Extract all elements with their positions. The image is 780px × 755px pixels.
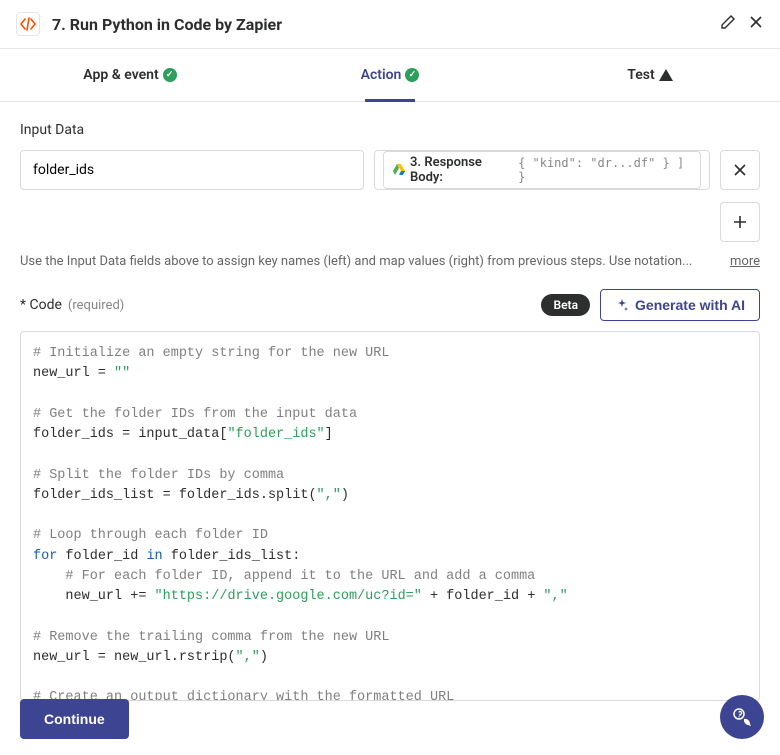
more-link[interactable]: more xyxy=(730,254,760,269)
continue-button[interactable]: Continue xyxy=(20,699,129,739)
step-header: 7. Run Python in Code by Zapier xyxy=(0,0,780,49)
input-value-field[interactable]: 3. Response Body: { "kind": "dr...df" } … xyxy=(374,150,710,190)
step-title: 7. Run Python in Code by Zapier xyxy=(52,15,708,34)
help-fab[interactable] xyxy=(720,695,764,739)
required-label: (required) xyxy=(68,298,124,313)
tab-test[interactable]: Test xyxy=(520,49,780,101)
pill-label: 3. Response Body: xyxy=(410,155,514,185)
input-data-label: Input Data xyxy=(20,122,760,138)
plus-icon xyxy=(733,215,747,229)
warning-icon xyxy=(659,69,673,81)
sparkle-icon xyxy=(615,298,629,312)
step-tabs: App & event ✓ Action ✓ Test xyxy=(0,49,780,102)
code-editor[interactable]: # Initialize an empty string for the new… xyxy=(20,331,760,701)
help-chat-icon xyxy=(731,706,753,728)
rename-icon[interactable] xyxy=(720,14,736,34)
tab-label: Test xyxy=(627,67,654,83)
tab-label: App & event xyxy=(83,67,158,83)
help-text: Use the Input Data fields above to assig… xyxy=(20,254,692,269)
remove-row-button[interactable] xyxy=(720,150,760,190)
generate-label: Generate with AI xyxy=(635,297,745,313)
code-app-icon xyxy=(16,12,40,36)
tab-action[interactable]: Action ✓ xyxy=(260,49,520,101)
tab-label: Action xyxy=(361,67,402,83)
close-icon[interactable] xyxy=(748,14,764,34)
beta-badge: Beta xyxy=(541,294,590,316)
pill-preview: { "kind": "dr...df" } ] } xyxy=(518,156,692,184)
check-icon: ✓ xyxy=(405,68,419,82)
input-key-field[interactable] xyxy=(20,150,364,190)
generate-ai-button[interactable]: Generate with AI xyxy=(600,289,760,321)
mapped-value-pill[interactable]: 3. Response Body: { "kind": "dr...df" } … xyxy=(383,151,701,189)
add-row-button[interactable] xyxy=(720,202,760,242)
close-icon xyxy=(733,163,747,177)
google-drive-icon xyxy=(392,163,406,177)
check-icon: ✓ xyxy=(163,68,177,82)
tab-app-event[interactable]: App & event ✓ xyxy=(0,49,260,101)
code-field-label: * Code xyxy=(20,297,62,313)
